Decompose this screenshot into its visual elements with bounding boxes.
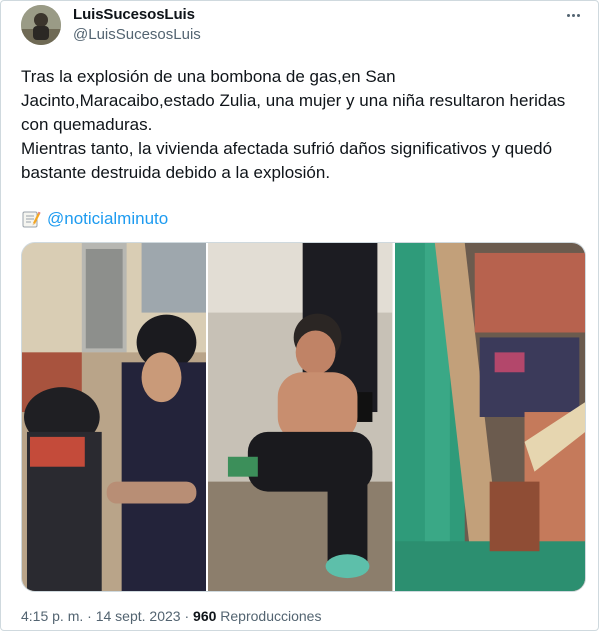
- author-handle[interactable]: @LuisSucesosLuis: [73, 26, 201, 43]
- tweet-text: Tras la explosión de una bombona de gas,…: [21, 65, 581, 185]
- tweet-paragraph-2: Mientras tanto, la vivienda afectada suf…: [21, 139, 553, 182]
- photo-3[interactable]: [394, 243, 585, 591]
- credit-line: @noticialminuto: [21, 207, 168, 231]
- author-display-name[interactable]: LuisSucesosLuis: [73, 6, 195, 23]
- avatar[interactable]: [21, 5, 61, 45]
- mention-link[interactable]: @noticialminuto: [47, 207, 168, 231]
- view-label: Reproducciones: [220, 608, 322, 624]
- tweet-date[interactable]: 14 sept. 2023: [96, 608, 181, 624]
- media-grid: [21, 242, 586, 592]
- more-options-icon[interactable]: [562, 5, 584, 25]
- tweet-meta: 4:15 p. m. · 14 sept. 2023 · 960 Reprodu…: [21, 608, 321, 624]
- meta-separator: ·: [184, 608, 190, 624]
- tweet-paragraph-1: Tras la explosión de una bombona de gas,…: [21, 67, 566, 134]
- photo-2[interactable]: [208, 243, 393, 591]
- tweet-card: LuisSucesosLuis @LuisSucesosLuis Tras la…: [0, 0, 599, 631]
- meta-separator: ·: [87, 608, 92, 624]
- tweet-time[interactable]: 4:15 p. m.: [21, 608, 83, 624]
- view-count: 960: [193, 608, 217, 624]
- memo-icon: [21, 209, 41, 229]
- photo-1[interactable]: [22, 243, 207, 591]
